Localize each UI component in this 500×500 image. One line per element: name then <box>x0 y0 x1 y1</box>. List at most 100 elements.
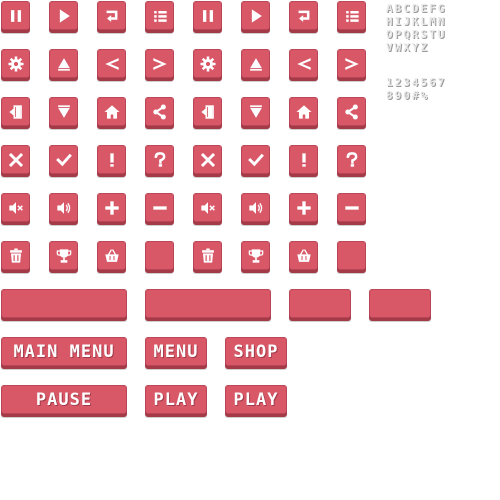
trophy-icon <box>248 248 263 263</box>
exclamation-button[interactable] <box>97 145 126 174</box>
play-button-1[interactable]: PLAY <box>145 385 207 414</box>
arrow-left-icon <box>296 57 311 70</box>
arrow-left-button[interactable] <box>289 49 318 78</box>
play-button[interactable] <box>49 1 78 30</box>
glyph-row-5: 1234567 <box>386 76 447 89</box>
blank-wide-button-large-2[interactable] <box>145 289 271 318</box>
blank-button[interactable] <box>337 241 366 270</box>
blank-wide-button-medium[interactable] <box>289 289 351 318</box>
sound-on-button[interactable] <box>49 193 78 222</box>
replay-button[interactable] <box>289 1 318 30</box>
home-button[interactable] <box>289 97 318 126</box>
list-icon <box>153 10 167 22</box>
close-button[interactable] <box>1 145 30 174</box>
list-icon <box>345 10 359 22</box>
arrow-right-icon <box>152 57 167 70</box>
question-button[interactable] <box>145 145 174 174</box>
pause-label: PAUSE <box>35 389 93 410</box>
arrow-left-icon <box>104 57 119 70</box>
sound-on-button[interactable] <box>241 193 270 222</box>
arrow-up-button[interactable] <box>241 49 270 78</box>
plus-button[interactable] <box>289 193 318 222</box>
arrow-left-button[interactable] <box>97 49 126 78</box>
pause-icon <box>202 9 213 22</box>
pause-button[interactable] <box>1 1 30 30</box>
main-menu-label: MAIN MENU <box>13 341 115 362</box>
arrow-down-button[interactable] <box>49 97 78 126</box>
basket-button[interactable] <box>289 241 318 270</box>
trophy-icon <box>56 248 71 263</box>
exclamation-icon <box>301 152 306 167</box>
gear-button[interactable] <box>193 49 222 78</box>
main-menu-button[interactable]: MAIN MENU <box>1 337 127 366</box>
basket-button[interactable] <box>97 241 126 270</box>
exit-button[interactable] <box>193 97 222 126</box>
arrow-right-icon <box>344 57 359 70</box>
trash-icon <box>9 248 22 263</box>
minus-icon <box>152 205 167 210</box>
arrow-up-icon <box>57 57 70 71</box>
blank-wide-button-large-1[interactable] <box>1 289 127 318</box>
sound-off-icon <box>200 201 215 214</box>
home-icon <box>296 104 311 119</box>
font-glyph-sheet-digits: 1234567 890#% <box>386 76 446 102</box>
list-button[interactable] <box>145 1 174 30</box>
basket-icon <box>104 248 119 262</box>
exit-icon <box>200 104 214 119</box>
trophy-button[interactable] <box>49 241 78 270</box>
font-glyph-sheet: ABCDEFG HIJKLMN OPQRSTU VWXYZ <box>386 2 446 54</box>
trash-button[interactable] <box>1 241 30 270</box>
close-icon <box>8 152 23 167</box>
question-button[interactable] <box>337 145 366 174</box>
replay-icon <box>106 10 117 22</box>
plus-icon <box>104 200 119 215</box>
check-button[interactable] <box>49 145 78 174</box>
arrow-right-button[interactable] <box>337 49 366 78</box>
share-button[interactable] <box>337 97 366 126</box>
check-button[interactable] <box>241 145 270 174</box>
trash-button[interactable] <box>193 241 222 270</box>
home-button[interactable] <box>97 97 126 126</box>
menu-button[interactable]: MENU <box>145 337 207 366</box>
play-button[interactable] <box>241 1 270 30</box>
arrow-down-button[interactable] <box>241 97 270 126</box>
arrow-down-icon <box>57 104 70 118</box>
arrow-right-button[interactable] <box>145 49 174 78</box>
list-button[interactable] <box>337 1 366 30</box>
gear-button[interactable] <box>1 49 30 78</box>
arrow-up-button[interactable] <box>49 49 78 78</box>
minus-button[interactable] <box>145 193 174 222</box>
pause-button[interactable]: PAUSE <box>1 385 127 414</box>
blank-wide-button-small[interactable] <box>369 289 431 318</box>
play-button-2[interactable]: PLAY <box>225 385 287 414</box>
replay-button[interactable] <box>97 1 126 30</box>
play-label-1: PLAY <box>153 389 199 410</box>
glyph-row-1: ABCDEFG <box>386 2 447 15</box>
question-icon <box>154 151 165 167</box>
exclamation-icon <box>109 152 114 167</box>
sound-on-icon <box>56 201 70 214</box>
exit-button[interactable] <box>1 97 30 126</box>
close-button[interactable] <box>193 145 222 174</box>
plus-button[interactable] <box>97 193 126 222</box>
glyph-row-2: HIJKLMN <box>386 15 447 28</box>
sound-on-icon <box>248 201 262 214</box>
gear-icon <box>200 56 215 71</box>
shop-label: SHOP <box>233 341 279 362</box>
shop-button[interactable]: SHOP <box>225 337 287 366</box>
glyph-row-3: OPQRSTU <box>386 28 447 41</box>
plus-icon <box>296 200 311 215</box>
share-button[interactable] <box>145 97 174 126</box>
blank-button[interactable] <box>145 241 174 270</box>
minus-button[interactable] <box>337 193 366 222</box>
sound-off-button[interactable] <box>1 193 30 222</box>
arrow-down-icon <box>249 104 262 118</box>
exit-icon <box>8 104 22 119</box>
share-icon <box>344 104 358 119</box>
exclamation-button[interactable] <box>289 145 318 174</box>
sound-off-button[interactable] <box>193 193 222 222</box>
gear-icon <box>8 56 23 71</box>
glyph-row-4: VWXYZ <box>386 41 430 54</box>
pause-button[interactable] <box>193 1 222 30</box>
trophy-button[interactable] <box>241 241 270 270</box>
